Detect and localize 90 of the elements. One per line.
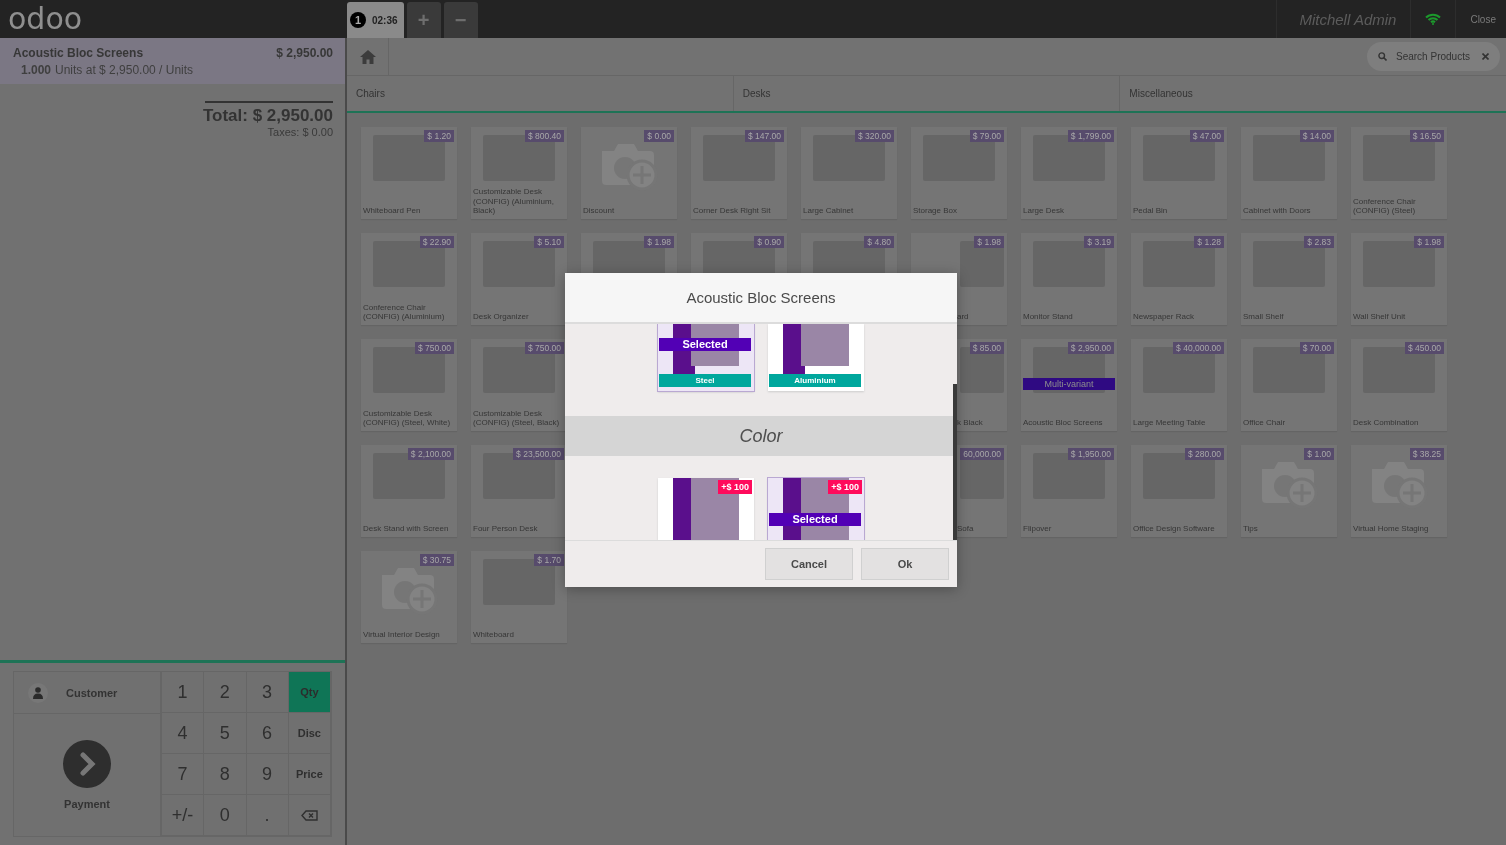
price-tag: $ 23,500.00	[513, 448, 564, 460]
numpad-key[interactable]: 8	[204, 754, 247, 795]
price-tag: $ 47.00	[1189, 130, 1224, 142]
search-field[interactable]: Search Products	[1367, 42, 1500, 71]
price-tag: $ 2,950.00	[1067, 342, 1114, 354]
numpad-key[interactable]: 0	[204, 795, 247, 836]
numpad-key[interactable]: 2	[204, 672, 247, 713]
wifi-icon	[1425, 13, 1442, 25]
price-tag: $ 70.00	[1299, 342, 1334, 354]
price-tag: $ 1.20	[424, 130, 454, 142]
clear-icon[interactable]	[1482, 53, 1489, 60]
panel-image	[783, 324, 849, 374]
price-tag: $ 40,000.00	[1173, 342, 1224, 354]
price-tag: $ 1.98	[1414, 236, 1444, 248]
line-unit-detail: Units at $ 2,950.00 / Units	[55, 63, 194, 77]
price-tag: $ 147.00	[744, 130, 784, 142]
price-tag: $ 450.00	[1404, 342, 1444, 354]
price-tag: $ 280.00	[1184, 448, 1224, 460]
selected-badge: Selected	[659, 338, 751, 351]
line-price: $ 2,950.00	[276, 46, 333, 60]
order-total: Total: $ 2,950.00	[202, 106, 333, 126]
price-tag: $ 750.00	[524, 342, 564, 354]
numpad-key[interactable]: .	[246, 795, 289, 836]
search-icon	[1378, 52, 1387, 61]
dialog-button[interactable]: Cancel	[765, 548, 853, 580]
price-tag: $ 1.00	[1304, 448, 1334, 460]
dialog-button[interactable]: Ok	[861, 548, 949, 580]
numpad-key[interactable]: 4	[162, 713, 205, 754]
category-button[interactable]: Chairs	[347, 76, 733, 111]
price-tag: $ 30.75	[419, 554, 454, 566]
chevron-right-icon	[63, 740, 111, 788]
odoo-logo: odoo	[8, 4, 83, 34]
price-tag: $ 2,100.00	[407, 448, 454, 460]
price-tag: $ 1.98	[644, 236, 674, 248]
price-tag: $ 22.90	[419, 236, 454, 248]
price-tag: 60,000.00	[960, 448, 1004, 460]
price-tag: $ 85.00	[969, 342, 1004, 354]
price-extra-badge: +$ 100	[718, 480, 752, 494]
order-tab[interactable]: 1 02:36	[347, 2, 404, 38]
price-tag: $ 2.83	[1304, 236, 1334, 248]
variant-option[interactable]: +$ 100 Selected	[768, 478, 864, 540]
line-product-name: Acoustic Bloc Screens	[13, 46, 144, 60]
variant-badge: Multi-variant	[1023, 378, 1115, 390]
numpad-key[interactable]: 7	[162, 754, 205, 795]
price-tag: $ 1,950.00	[1067, 448, 1114, 460]
numpad-key[interactable]: 1	[162, 672, 205, 713]
price-tag: $ 320.00	[854, 130, 894, 142]
numpad-key[interactable]: 6	[246, 713, 289, 754]
price-tag: $ 5.10	[534, 236, 564, 248]
person-icon	[28, 682, 48, 703]
price-tag: $ 3.19	[1084, 236, 1114, 248]
backspace-icon	[300, 809, 318, 821]
variant-option[interactable]: +$ 100	[658, 478, 754, 540]
numpad-mode-key[interactable]: Disc	[288, 713, 331, 754]
price-tag: $ 750.00	[414, 342, 454, 354]
home-icon	[359, 49, 376, 64]
option-label: Steel	[659, 374, 751, 387]
numpad-key[interactable]: 9	[246, 754, 289, 795]
numpad-mode-key[interactable]: Price	[288, 754, 331, 795]
remove-order-button[interactable]: −	[443, 2, 478, 38]
numpad-key[interactable]: 3	[246, 672, 289, 713]
price-tag: $ 0.90	[754, 236, 784, 248]
price-tag: $ 0.00	[644, 130, 674, 142]
price-tag: $ 1.70	[534, 554, 564, 566]
numpad-mode-key[interactable]: Qty	[288, 672, 331, 713]
add-order-button[interactable]: +	[406, 2, 441, 38]
price-tag: $ 38.25	[1409, 448, 1444, 460]
scrollbar[interactable]	[953, 384, 957, 540]
price-tag: $ 14.00	[1299, 130, 1334, 142]
price-tag: $ 79.00	[969, 130, 1004, 142]
variant-option[interactable]: Aluminium	[768, 324, 864, 391]
backspace-key[interactable]	[288, 795, 331, 836]
category-button[interactable]: Miscellaneous	[1119, 76, 1506, 111]
option-label: Aluminium	[769, 374, 861, 387]
price-extra-badge: +$ 100	[828, 480, 862, 494]
price-tag: $ 1.98	[974, 236, 1004, 248]
price-tag: $ 1,799.00	[1067, 130, 1114, 142]
category-button[interactable]: Desks	[732, 76, 1120, 111]
price-tag: $ 800.40	[524, 130, 564, 142]
price-tag: $ 16.50	[1409, 130, 1444, 142]
selected-badge: Selected	[769, 513, 861, 526]
product-card[interactable]: $ 1.70 Whiteboard	[471, 551, 567, 643]
line-quantity: 1.000	[21, 63, 52, 77]
product-name: Whiteboard	[473, 630, 515, 640]
price-tag: $ 4.80	[864, 236, 894, 248]
numpad-key[interactable]: +/-	[162, 795, 205, 836]
numpad-key[interactable]: 5	[204, 713, 247, 754]
variant-option[interactable]: Selected Steel	[658, 324, 754, 391]
dialog-title: Acoustic Bloc Screens	[565, 273, 957, 324]
price-tag: $ 1.28	[1194, 236, 1224, 248]
